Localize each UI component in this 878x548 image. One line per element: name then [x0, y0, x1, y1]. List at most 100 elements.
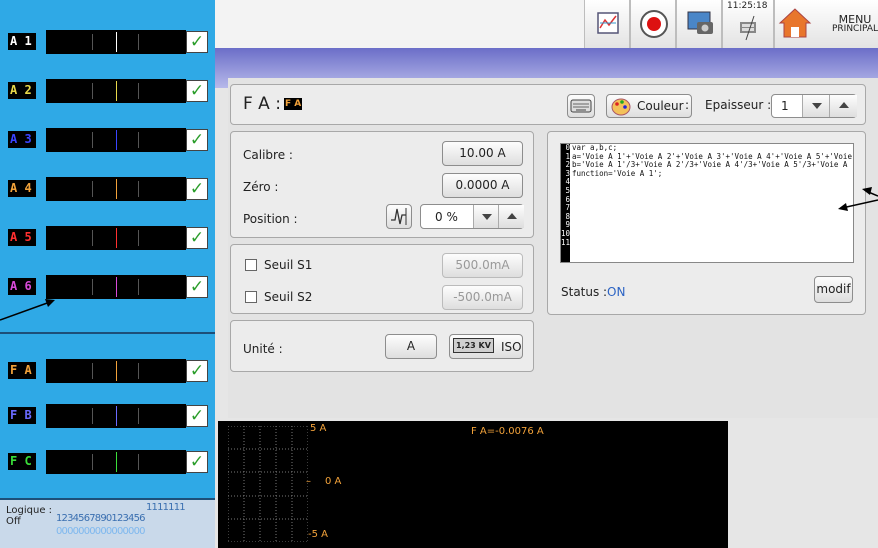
seuil-s2-checkbox[interactable] — [245, 291, 257, 303]
status-value: ON — [607, 285, 626, 299]
function-preview — [46, 359, 186, 383]
position-value: 0 % — [435, 210, 458, 224]
channel-preview — [46, 30, 186, 54]
function-title: F A : — [243, 94, 281, 114]
position-up[interactable] — [498, 205, 524, 228]
function-row[interactable]: F A ✓ — [8, 359, 212, 383]
clock-network-button[interactable]: 11:25:18 — [722, 0, 774, 48]
channel-preview — [46, 128, 186, 152]
seuil-s1-checkbox[interactable] — [245, 259, 257, 271]
couleur-button[interactable]: Couleur : — [606, 94, 692, 118]
channel-label: A 3 — [8, 131, 36, 148]
auto-position-button[interactable] — [386, 204, 412, 229]
main-menu-button[interactable]: MENU PRINCIPAL — [774, 0, 878, 48]
function-label: F A — [8, 362, 36, 379]
unit-field[interactable]: A — [385, 334, 437, 359]
channel-label: A 5 — [8, 229, 36, 246]
iso-button[interactable]: 1,23 KV ISO — [449, 334, 523, 359]
record-icon — [640, 10, 668, 38]
channel-row[interactable]: A 5 ✓ — [8, 226, 212, 250]
channel-visible-checkbox[interactable]: ✓ — [186, 178, 208, 200]
position-label: Position : — [243, 212, 298, 226]
level-marker — [116, 130, 117, 150]
epaisseur-up[interactable] — [829, 95, 857, 117]
function-label: F B — [8, 407, 36, 424]
channel-row[interactable]: A 2 ✓ — [8, 79, 212, 103]
logic-bits: 0 0 0 0 0 0 0 0 0 0 0 0 0 0 0 0 — [56, 526, 145, 537]
chart-button[interactable] — [584, 0, 630, 48]
keyboard-button[interactable] — [567, 94, 595, 118]
home-icon — [778, 8, 812, 38]
auto-center-icon — [391, 208, 407, 225]
top-toolbar: 11:25:18 MENU PRINCIPAL — [215, 0, 878, 48]
channel-label: A 2 — [8, 82, 36, 99]
epaisseur-spinner[interactable]: 1 — [771, 94, 857, 118]
seuil-s2-label: Seuil S2 — [264, 290, 313, 304]
level-marker — [116, 32, 117, 52]
zero-label: Zéro : — [243, 180, 279, 194]
keyboard-icon — [570, 99, 592, 113]
channel-row[interactable]: A 1 ✓ — [8, 30, 212, 54]
script-editor[interactable]: 0 1 2 3 4 5 6 7 8 9 10 11 var a,b,c; a='Voie A 1'+'… — [560, 143, 854, 263]
scope-zero-marker: – — [306, 476, 311, 487]
function-row[interactable]: F C ✓ — [8, 450, 212, 474]
thresholds-panel: Seuil S1 500.0mA Seuil S2 -500.0mA — [230, 244, 534, 314]
channel-row[interactable]: A 6 ✓ — [8, 275, 212, 299]
unit-panel: Unité : A 1,23 KV ISO — [230, 320, 534, 372]
sidebar-separator — [0, 332, 215, 334]
channel-visible-checkbox[interactable]: ✓ — [186, 276, 208, 298]
function-preview — [46, 450, 186, 474]
channel-row[interactable]: A 3 ✓ — [8, 128, 212, 152]
function-visible-checkbox[interactable]: ✓ — [186, 405, 208, 427]
function-visible-checkbox[interactable]: ✓ — [186, 360, 208, 382]
position-spinner[interactable]: 0 % — [420, 204, 524, 229]
scope-display: 5 A – 0 A -5 A F A=-0.0076 A — [218, 421, 728, 548]
seuil-s1-field[interactable]: 500.0mA — [442, 253, 523, 278]
chevron-down-icon — [811, 103, 822, 109]
channel-visible-checkbox[interactable]: ✓ — [186, 80, 208, 102]
channel-row[interactable]: A 4 ✓ — [8, 177, 212, 201]
logic-state: Off — [6, 516, 21, 527]
channel-preview — [46, 177, 186, 201]
channel-visible-checkbox[interactable]: ✓ — [186, 227, 208, 249]
level-marker — [116, 452, 117, 472]
chevron-up-icon — [838, 102, 849, 108]
seuil-s1-label: Seuil S1 — [264, 258, 313, 272]
channel-preview — [46, 226, 186, 250]
channel-preview — [46, 275, 186, 299]
settings-panel: Calibre : 10.00 A Zéro : 0.0000 A Positi… — [230, 131, 534, 238]
scope-readout: F A=-0.0076 A — [471, 426, 544, 437]
calibre-label: Calibre : — [243, 148, 293, 162]
script-code: var a,b,c; a='Voie A 1'+'Voie A 2'+'Voie… — [572, 143, 852, 178]
level-marker — [116, 81, 117, 101]
epaisseur-value: 1 — [781, 99, 789, 113]
logic-label: Logique : — [6, 505, 53, 516]
zero-field[interactable]: 0.0000 A — [442, 173, 523, 198]
position-down[interactable] — [473, 205, 499, 228]
screenshot-button[interactable] — [676, 0, 722, 48]
level-marker — [116, 406, 117, 426]
status-label: Status : — [561, 285, 608, 299]
calibre-field[interactable]: 10.00 A — [442, 141, 523, 166]
level-marker — [116, 179, 117, 199]
unit-label: Unité : — [243, 342, 283, 356]
channel-label: A 4 — [8, 180, 36, 197]
scope-grid — [228, 426, 308, 542]
iso-label: ISO — [501, 340, 522, 354]
epaisseur-down[interactable] — [802, 95, 830, 117]
logic-tens: 1 1 1 1 1 1 1 — [146, 502, 186, 513]
channel-visible-checkbox[interactable]: ✓ — [186, 31, 208, 53]
epaisseur-label: Epaisseur : — [705, 98, 772, 112]
line-numbers: 0 1 2 3 4 5 6 7 8 9 10 11 — [561, 144, 571, 262]
line-number: 11 — [561, 237, 571, 247]
function-visible-checkbox[interactable]: ✓ — [186, 451, 208, 473]
scope-mid-label: 0 A — [325, 476, 342, 487]
function-row[interactable]: F B ✓ — [8, 404, 212, 428]
scope-top-label: 5 A — [310, 423, 327, 434]
record-button[interactable] — [630, 0, 676, 48]
modif-button[interactable]: modif — [814, 276, 853, 303]
kv-badge: 1,23 KV — [453, 338, 494, 353]
seuil-s2-field[interactable]: -500.0mA — [442, 285, 523, 310]
channel-visible-checkbox[interactable]: ✓ — [186, 129, 208, 151]
function-preview — [46, 404, 186, 428]
